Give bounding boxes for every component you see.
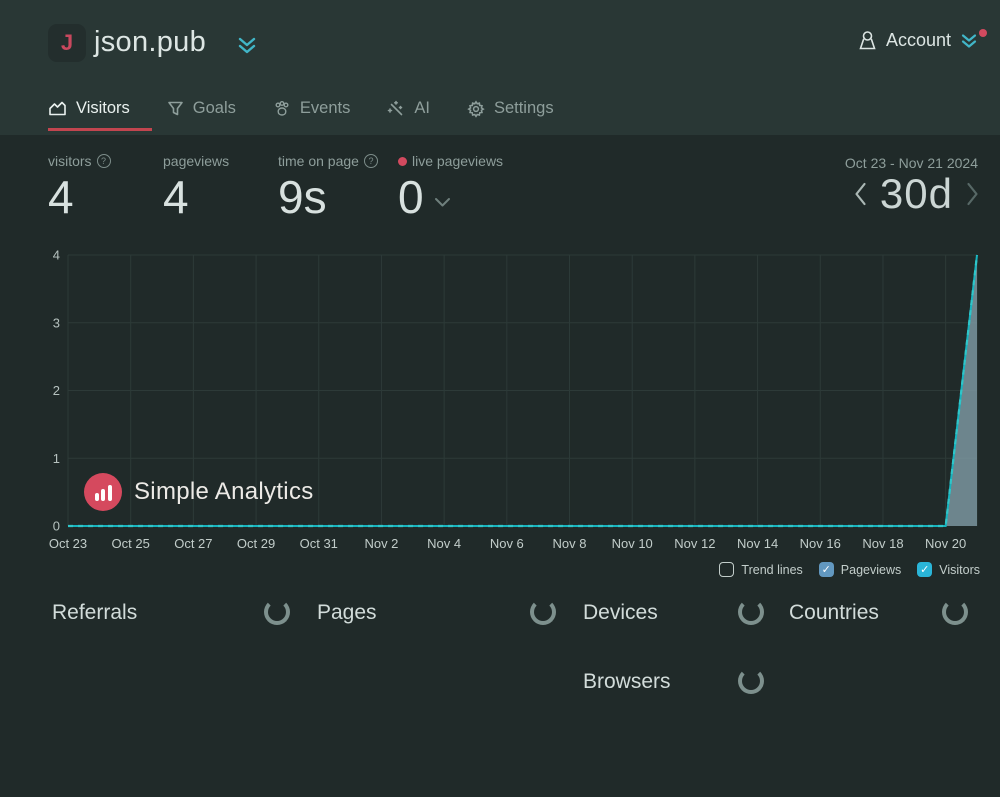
chevron-double-down-icon [960, 28, 987, 49]
svg-text:Oct 27: Oct 27 [174, 536, 212, 551]
devices-loading-spinner [738, 599, 764, 625]
tab-visitors[interactable]: Visitors [48, 99, 130, 118]
svg-text:Nov 14: Nov 14 [737, 536, 778, 551]
svg-text:0: 0 [53, 519, 60, 534]
account-label: Account [885, 30, 951, 50]
watermark-text: Simple Analytics [134, 478, 314, 505]
help-icon[interactable] [363, 154, 378, 168]
visitors-chart[interactable]: 0 1 2 3 4 Oct 23 Oct 25 Oct 27 Oct 29 Oct 31 Nov 2… [0, 240, 1000, 570]
checkbox-checked-icon[interactable] [818, 562, 834, 577]
nav-tabs: Visitors Goals Events AI Settings [48, 99, 554, 118]
section-pages-title: Pages [317, 601, 377, 624]
browsers-loading-spinner [738, 668, 764, 694]
user-icon [858, 30, 877, 51]
tab-ai[interactable]: AI [387, 99, 430, 118]
section-referrals-title: Referrals [52, 601, 138, 624]
chevron-left-icon[interactable] [853, 181, 868, 207]
svg-text:Oct 31: Oct 31 [300, 536, 338, 551]
period-control: 30d [853, 170, 980, 218]
wand-icon [388, 100, 403, 116]
pages-loading-spinner [530, 599, 556, 625]
chevron-double-down-icon[interactable] [236, 36, 258, 55]
svg-text:Nov 8: Nov 8 [553, 536, 587, 551]
gear-icon [467, 99, 485, 118]
svg-text:2: 2 [53, 383, 60, 398]
stat-pageviews: pageviews 4 [163, 153, 230, 223]
legend-visitors[interactable]: Visitors [917, 562, 980, 577]
svg-text:Oct 29: Oct 29 [237, 536, 275, 551]
paw-icon [275, 101, 289, 116]
site-initial: J [60, 30, 74, 55]
section-devices-title: Devices [583, 601, 658, 624]
countries-loading-spinner [942, 599, 968, 625]
stat-pageviews-value: 4 [163, 171, 189, 223]
help-icon[interactable] [96, 154, 111, 168]
period-label[interactable]: 30d [880, 170, 953, 218]
chevron-down-icon [434, 197, 450, 207]
bar-chart-logo-icon [84, 473, 122, 511]
section-countries-title: Countries [789, 601, 879, 624]
svg-text:3: 3 [53, 315, 60, 330]
referrals-loading-spinner [264, 599, 290, 625]
svg-text:Nov 16: Nov 16 [800, 536, 841, 551]
simple-analytics-watermark[interactable]: Simple Analytics [84, 473, 314, 511]
stat-live-pageviews: live pageviews 0 [398, 153, 504, 223]
svg-text:Nov 18: Nov 18 [862, 536, 903, 551]
svg-text:Nov 6: Nov 6 [490, 536, 524, 551]
site-favicon[interactable]: J [48, 24, 86, 62]
stat-time-on-page: time on page 9s [278, 153, 378, 221]
svg-text:Nov 20: Nov 20 [925, 536, 966, 551]
tab-goals[interactable]: Goals [167, 99, 236, 118]
chevron-right-icon[interactable] [965, 181, 980, 207]
area-chart-icon [49, 101, 66, 116]
section-browsers-title: Browsers [583, 670, 671, 693]
stat-visitors: visitors 4 [48, 153, 111, 221]
site-selector[interactable]: json.pub [94, 26, 206, 59]
checkbox-checked-icon[interactable] [917, 562, 933, 577]
svg-text:Oct 25: Oct 25 [112, 536, 150, 551]
checkbox-unchecked-icon[interactable] [719, 562, 735, 577]
chart-legend: Trend lines Pageviews Visitors [719, 562, 980, 577]
account-menu[interactable]: Account [858, 28, 987, 51]
stat-visitors-value: 4 [48, 171, 74, 223]
svg-text:Nov 2: Nov 2 [364, 536, 398, 551]
live-dot-icon [398, 156, 407, 166]
svg-text:Nov 10: Nov 10 [612, 536, 653, 551]
dashboard: J json.pub Account Visitors Goals Events… [0, 0, 1000, 797]
header: J json.pub Account Visitors Goals Events… [0, 0, 1000, 135]
svg-text:Nov 4: Nov 4 [427, 536, 461, 551]
svg-text:4: 4 [53, 248, 60, 263]
svg-text:1: 1 [53, 451, 60, 466]
svg-text:Oct 23: Oct 23 [49, 536, 87, 551]
stat-time-on-page-value: 9s [278, 171, 327, 223]
legend-trend-lines[interactable]: Trend lines [719, 562, 803, 577]
funnel-icon [167, 101, 183, 116]
tab-settings[interactable]: Settings [467, 99, 554, 118]
svg-text:Nov 12: Nov 12 [674, 536, 715, 551]
notification-dot [979, 28, 987, 37]
date-range-label: Oct 23 - Nov 21 2024 [844, 155, 978, 171]
live-pageviews-dropdown[interactable]: 0 [398, 173, 503, 221]
active-tab-underline [48, 128, 152, 131]
legend-pageviews[interactable]: Pageviews [818, 562, 901, 577]
tab-events[interactable]: Events [273, 99, 350, 118]
